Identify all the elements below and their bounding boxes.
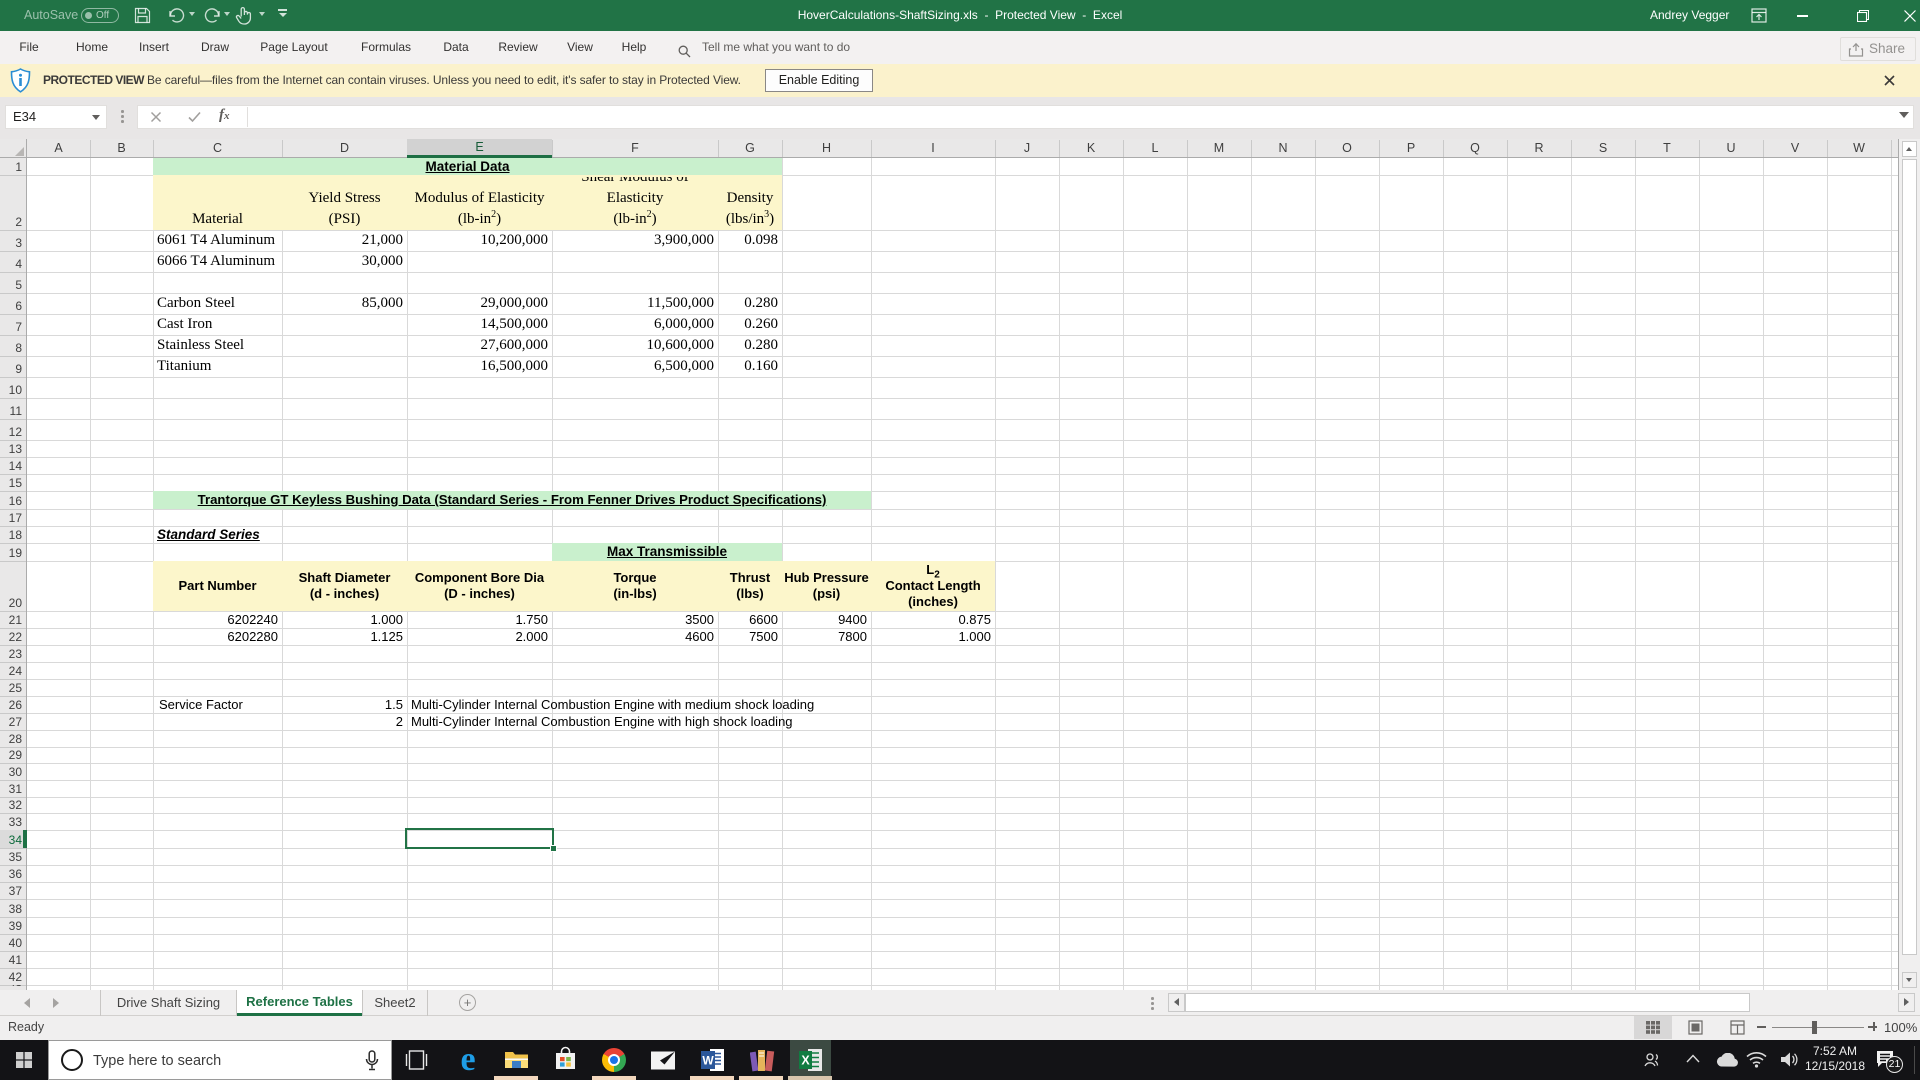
svg-text:W: W [702, 1054, 714, 1068]
svg-text:X: X [801, 1054, 810, 1068]
